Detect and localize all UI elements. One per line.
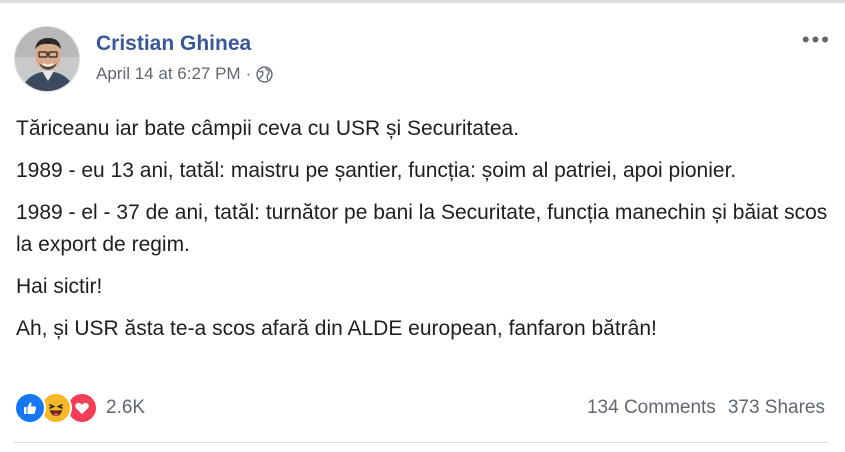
shares-count-link[interactable]: 373 Shares [728, 397, 825, 419]
post-paragraph: Ah, și USR ăsta te-a scos afară din ALDE… [16, 317, 657, 340]
avatar-image [15, 27, 79, 91]
bottom-divider [14, 442, 829, 443]
author-name[interactable]: Cristian Ghinea [96, 32, 251, 56]
timestamp[interactable]: April 14 at 6:27 PM [96, 64, 241, 84]
post-paragraph: Tăriceanu iar bate câmpii ceva cu USR și… [16, 117, 520, 140]
more-options-icon[interactable]: ••• [802, 29, 831, 51]
post-paragraph: 1989 - eu 13 ani, tatăl: maistru pe șant… [16, 159, 737, 182]
comments-count-link[interactable]: 134 Comments [587, 397, 716, 419]
meta-separator: · [245, 64, 252, 83]
top-border [0, 0, 845, 3]
post-paragraph: Hai sictir! [16, 275, 103, 298]
reactions-summary[interactable]: 2.6K [14, 392, 145, 424]
reaction-count[interactable]: 2.6K [106, 397, 145, 419]
avatar[interactable] [14, 26, 80, 92]
engagement-stats: 134 Comments 373 Shares [587, 397, 825, 419]
like-icon [14, 392, 46, 424]
post-paragraph: 1989 - el - 37 de ani, tatăl: turnător p… [16, 201, 828, 256]
post-meta: April 14 at 6:27 PM · [96, 64, 273, 84]
globe-icon[interactable] [256, 65, 273, 83]
post-body: Tăriceanu iar bate câmpii ceva cu USR și… [16, 113, 831, 355]
